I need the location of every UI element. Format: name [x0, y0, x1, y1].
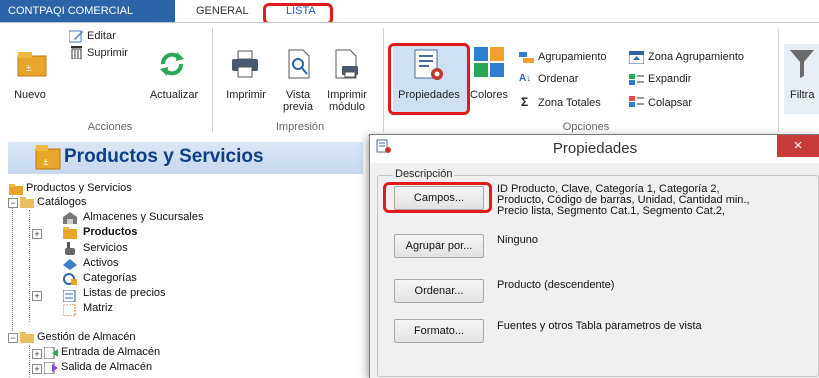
folder-icon: [20, 197, 34, 208]
colapsar-label[interactable]: Colapsar: [648, 96, 692, 110]
agrupar-description: Ninguno: [497, 234, 538, 246]
expand-toggle[interactable]: +: [32, 229, 42, 239]
tree-item-activos[interactable]: Activos: [83, 257, 118, 270]
imprimir-modulo-line1: Imprimir: [327, 89, 367, 101]
filter-icon: [790, 50, 814, 78]
tree-item-matriz[interactable]: Matriz: [83, 302, 113, 315]
tree-item-productos[interactable]: Productos: [83, 226, 137, 239]
refresh-icon[interactable]: [157, 49, 187, 79]
folder-icon: [20, 332, 34, 343]
zona-agrupamiento-label[interactable]: Zona Agrupamiento: [648, 50, 744, 64]
categories-icon: [63, 273, 77, 285]
edit-icon[interactable]: [68, 29, 84, 43]
expand-toggle[interactable]: +: [32, 291, 42, 301]
highlight-propiedades: [388, 43, 470, 115]
expandir-label[interactable]: Expandir: [648, 72, 691, 86]
ribbon-separator: [212, 28, 213, 132]
tree-item-gestion[interactable]: Gestión de Almacén: [37, 331, 135, 344]
imprimir-modulo-line2: módulo: [328, 101, 366, 113]
tree-item-salida[interactable]: Salida de Almacén: [61, 361, 152, 374]
editar-label[interactable]: Editar: [87, 29, 116, 43]
campos-description: ID Producto, Clave, Categoría 1, Categor…: [497, 184, 807, 217]
print-preview-icon[interactable]: [286, 48, 312, 80]
sigma-icon[interactable]: Σ: [521, 95, 533, 109]
ribbon-separator: [383, 28, 384, 132]
filtrar-label: Filtra: [790, 89, 815, 101]
tree-item-almacenes[interactable]: Almacenes y Sucursales: [83, 211, 203, 224]
imprimir-modulo-label[interactable]: Imprimir módulo: [321, 89, 373, 113]
products-header-icon: ±: [35, 143, 61, 171]
agrupamiento-label[interactable]: Agrupamiento: [538, 50, 607, 64]
vista-previa-label[interactable]: Vista previa: [278, 89, 318, 113]
page-title: Productos y Servicios: [64, 146, 264, 167]
price-list-icon: [62, 289, 77, 303]
app-menu-tab[interactable]: CONTPAQI COMERCIAL: [0, 0, 175, 22]
delete-icon[interactable]: [69, 45, 84, 60]
tree-item-root[interactable]: Productos y Servicios: [26, 182, 132, 195]
collapse-toggle[interactable]: −: [8, 333, 18, 343]
ribbon-separator: [778, 28, 779, 132]
services-icon: [63, 242, 77, 255]
ordenar-button[interactable]: Ordenar...: [394, 279, 484, 303]
colors-icon[interactable]: [474, 47, 504, 77]
formato-button[interactable]: Formato...: [394, 319, 484, 343]
group-opciones-label: Opciones: [562, 121, 610, 133]
tree-item-categorias[interactable]: Categorías: [83, 272, 137, 285]
imprimir-label[interactable]: Imprimir: [220, 89, 272, 101]
collapse-toggle[interactable]: −: [8, 198, 18, 208]
print-module-icon[interactable]: [332, 48, 360, 80]
assets-icon: [63, 259, 77, 270]
tree-item-servicios[interactable]: Servicios: [83, 242, 128, 255]
sort-icon[interactable]: A↓: [519, 72, 534, 86]
group-acciones-label: Acciones: [87, 121, 133, 133]
printer-icon[interactable]: [230, 49, 260, 79]
highlight-campos: [383, 182, 492, 213]
close-button[interactable]: ×: [777, 135, 819, 157]
formato-description: Fuentes y otros Tabla parametros de vist…: [497, 320, 702, 332]
expand-toggle[interactable]: +: [32, 349, 42, 359]
new-product-icon[interactable]: ±: [16, 48, 48, 78]
ordenar-description: Producto (descendente): [497, 279, 615, 291]
expand-toggle[interactable]: +: [32, 364, 42, 374]
zona-totales-label[interactable]: Zona Totales: [538, 96, 601, 110]
group-zone-icon[interactable]: [628, 50, 645, 65]
grouping-icon[interactable]: [519, 52, 534, 64]
tree-line: [29, 345, 30, 377]
nuevo-label[interactable]: Nuevo: [8, 89, 52, 101]
tree-line: [29, 210, 30, 322]
tree-item-listas-precios[interactable]: Listas de precios: [83, 287, 166, 300]
products-icon: [63, 227, 77, 239]
actualizar-label[interactable]: Actualizar: [144, 89, 204, 101]
previa-label: previa: [283, 101, 313, 113]
ordenar-label[interactable]: Ordenar: [538, 72, 578, 86]
warehouse-exit-icon: [43, 361, 58, 375]
tab-general[interactable]: GENERAL: [196, 0, 249, 22]
expand-icon[interactable]: [629, 73, 644, 86]
colores-label[interactable]: Colores: [468, 89, 510, 101]
warehouse-entry-icon: [43, 346, 58, 360]
dialog-title: Propiedades: [552, 140, 638, 157]
agrupar-button[interactable]: Agrupar por...: [394, 234, 484, 258]
collapse-icon[interactable]: [629, 95, 644, 108]
svg-text:±: ±: [26, 63, 32, 74]
tree-line: [12, 196, 13, 331]
campos-desc-line3: Precio lista, Segmento Cat.1, Segmento C…: [497, 205, 726, 217]
groupbox-label: Descripción: [393, 168, 455, 180]
matrix-icon: [62, 303, 77, 317]
group-impresion-label: Impresión: [275, 121, 325, 133]
vista-label: Vista: [285, 89, 311, 101]
root-folder-icon: [9, 184, 23, 195]
tree-item-catalogos[interactable]: Catálogos: [37, 196, 87, 209]
svg-text:±: ±: [43, 157, 49, 168]
warehouse-icon: [63, 212, 77, 224]
suprimir-label[interactable]: Suprimir: [87, 46, 128, 60]
tree-item-entrada[interactable]: Entrada de Almacén: [61, 346, 160, 359]
